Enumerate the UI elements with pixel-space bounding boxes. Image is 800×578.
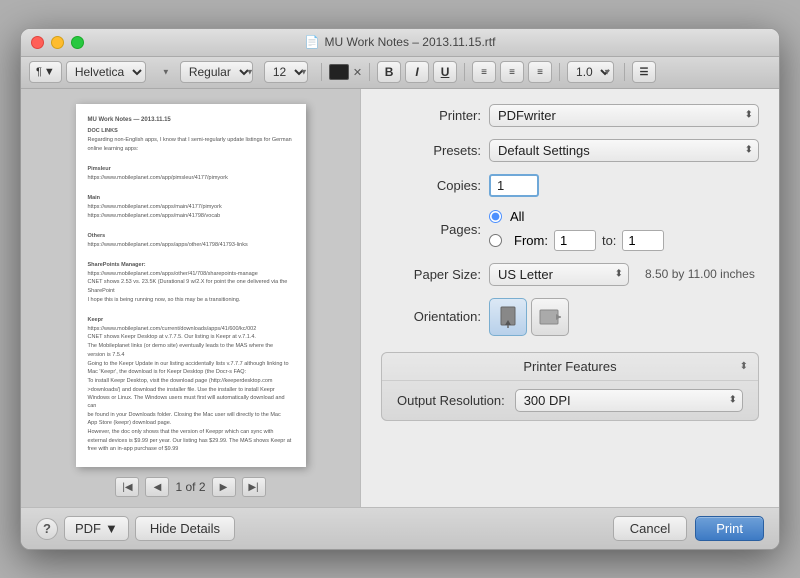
- copies-label: Copies:: [381, 178, 481, 193]
- pages-label: Pages:: [381, 222, 481, 237]
- toolbar-separator-2: [369, 63, 370, 81]
- first-page-button[interactable]: |◀: [115, 477, 139, 497]
- pdf-label: PDF: [75, 521, 101, 536]
- toolbar-separator-1: [321, 63, 322, 81]
- hide-details-button[interactable]: Hide Details: [135, 516, 235, 541]
- color-x-icon: ✕: [353, 66, 362, 79]
- output-resolution-select[interactable]: 300 DPI: [515, 389, 743, 412]
- font-size-select[interactable]: 12: [264, 61, 308, 83]
- window-title: 📄 MU Work Notes – 2013.11.15.rtf: [305, 35, 496, 49]
- main-content: MU Work Notes — 2013.11.15 DOC LINKS Reg…: [21, 89, 779, 507]
- all-pages-label: All: [510, 209, 524, 224]
- printer-label: Printer:: [381, 108, 481, 123]
- printer-features-section: Printer Features ⬍ Output Resolution: 30…: [381, 352, 759, 421]
- align-right-button[interactable]: ≡: [528, 61, 552, 83]
- pages-control: All From: to:: [489, 209, 759, 251]
- cancel-button[interactable]: Cancel: [613, 516, 687, 541]
- printer-select[interactable]: PDFwriter: [489, 104, 759, 127]
- from-input[interactable]: [554, 230, 596, 251]
- align-left-button[interactable]: ≡: [472, 61, 496, 83]
- toolbar: ¶ ▼ Helvetica Regular 12 ✕ B I U ≡ ≡ ≡: [21, 57, 779, 89]
- printer-control: PDFwriter: [489, 104, 759, 127]
- landscape-icon: [539, 308, 561, 326]
- copies-input[interactable]: [489, 174, 539, 197]
- all-pages-radio[interactable]: [489, 210, 502, 223]
- window-controls: [31, 36, 84, 49]
- output-resolution-wrapper: 300 DPI: [515, 389, 743, 412]
- italic-button[interactable]: I: [405, 61, 429, 83]
- print-dialog: 📄 MU Work Notes – 2013.11.15.rtf ¶ ▼ Hel…: [20, 28, 780, 550]
- presets-label: Presets:: [381, 143, 481, 158]
- titlebar: 📄 MU Work Notes – 2013.11.15.rtf: [21, 29, 779, 57]
- title-label: MU Work Notes – 2013.11.15.rtf: [324, 35, 495, 49]
- orientation-row: Orientation:: [381, 298, 759, 336]
- to-input[interactable]: [622, 230, 664, 251]
- paper-size-control: US Letter 8.50 by 11.00 inches: [489, 263, 759, 286]
- features-title: Printer Features: [392, 359, 748, 374]
- settings-panel: Printer: PDFwriter Presets: Default Sett…: [361, 89, 779, 507]
- font-size-wrapper: 12: [264, 61, 314, 83]
- pdf-button[interactable]: PDF ▼: [64, 516, 129, 541]
- copies-row: Copies:: [381, 174, 759, 197]
- close-button[interactable]: [31, 36, 44, 49]
- from-label: From:: [514, 233, 548, 248]
- presets-select[interactable]: Default Settings: [489, 139, 759, 162]
- next-page-button[interactable]: ▶: [212, 477, 236, 497]
- bottom-bar: ? PDF ▼ Hide Details Cancel Print: [21, 507, 779, 549]
- line-spacing-wrapper: 1.0: [567, 61, 617, 83]
- copies-control: [489, 174, 759, 197]
- preview-title: MU Work Notes — 2013.11.15: [88, 116, 294, 124]
- portrait-icon: [499, 306, 517, 328]
- output-resolution-row: Output Resolution: 300 DPI: [382, 380, 758, 420]
- preview-panel: MU Work Notes — 2013.11.15 DOC LINKS Reg…: [21, 89, 361, 507]
- bottom-left: ? PDF ▼ Hide Details: [36, 516, 235, 541]
- color-swatch[interactable]: [329, 64, 349, 80]
- pages-row: Pages: All From: to:: [381, 209, 759, 251]
- paper-size-label: Paper Size:: [381, 267, 481, 282]
- page-indicator: 1 of 2: [175, 480, 205, 494]
- toolbar-separator-3: [464, 63, 465, 81]
- presets-control: Default Settings: [489, 139, 759, 162]
- underline-button[interactable]: U: [433, 61, 457, 83]
- minimize-button[interactable]: [51, 36, 64, 49]
- portrait-button[interactable]: [489, 298, 527, 336]
- bold-button[interactable]: B: [377, 61, 401, 83]
- help-button[interactable]: ?: [36, 518, 58, 540]
- features-expand-icon: ⬍: [740, 361, 748, 372]
- toolbar-separator-5: [624, 63, 625, 81]
- orientation-label: Orientation:: [381, 309, 481, 324]
- font-style-select[interactable]: Regular: [180, 61, 253, 83]
- from-pages-radio[interactable]: [489, 234, 502, 247]
- output-resolution-label: Output Resolution:: [397, 393, 505, 408]
- to-label: to:: [602, 233, 616, 248]
- orientation-control: [489, 298, 759, 336]
- page-preview: MU Work Notes — 2013.11.15 DOC LINKS Reg…: [76, 104, 306, 467]
- document-icon: 📄: [305, 35, 320, 49]
- last-page-button[interactable]: ▶|: [242, 477, 266, 497]
- all-pages-row: All: [489, 209, 759, 224]
- align-center-button[interactable]: ≡: [500, 61, 524, 83]
- paper-size-select[interactable]: US Letter: [489, 263, 629, 286]
- print-button[interactable]: Print: [695, 516, 764, 541]
- pdf-arrow-icon: ▼: [105, 521, 118, 536]
- font-family-select[interactable]: Helvetica: [66, 61, 146, 83]
- font-family-wrapper: Helvetica: [66, 61, 176, 83]
- landscape-button[interactable]: [531, 298, 569, 336]
- paper-dimensions: 8.50 by 11.00 inches: [645, 267, 755, 281]
- presets-row: Presets: Default Settings: [381, 139, 759, 162]
- features-header: Printer Features ⬍: [382, 353, 758, 380]
- paper-size-row: Paper Size: US Letter 8.50 by 11.00 inch…: [381, 263, 759, 286]
- maximize-button[interactable]: [71, 36, 84, 49]
- page-navigation: |◀ ◀ 1 of 2 ▶ ▶|: [115, 477, 265, 497]
- paragraph-style-btn[interactable]: ¶ ▼: [29, 61, 62, 83]
- pages-radio-group: All From: to:: [489, 209, 759, 251]
- line-spacing-select[interactable]: 1.0: [567, 61, 614, 83]
- printer-row: Printer: PDFwriter: [381, 104, 759, 127]
- font-style-wrapper: Regular: [180, 61, 260, 83]
- toolbar-separator-4: [559, 63, 560, 81]
- from-pages-row: From: to:: [489, 230, 759, 251]
- prev-page-button[interactable]: ◀: [145, 477, 169, 497]
- list-button[interactable]: ☰: [632, 61, 656, 83]
- orientation-group: [489, 298, 759, 336]
